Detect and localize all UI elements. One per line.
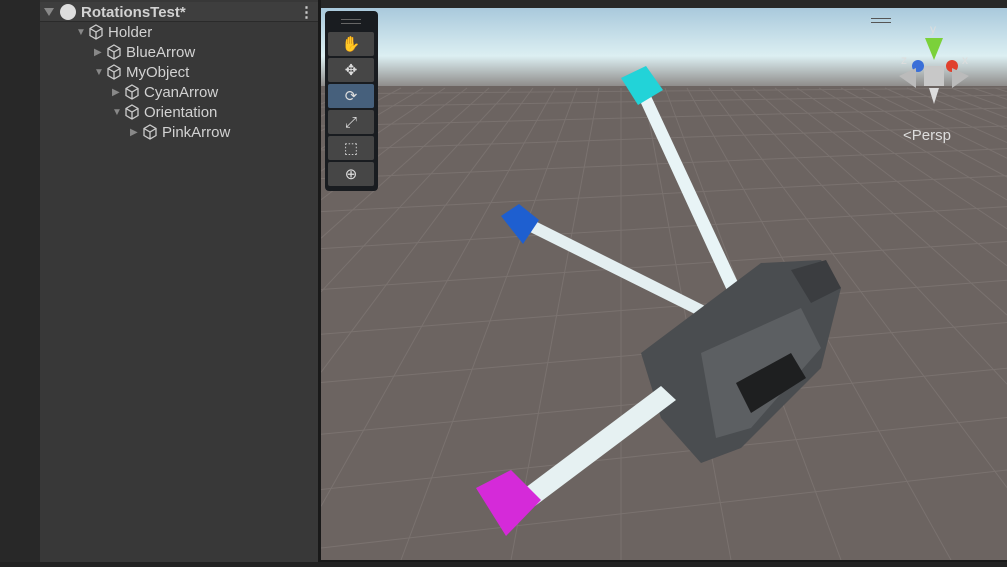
expanded-arrow-icon[interactable]: ▼: [76, 27, 88, 38]
gizmo-menu-icon[interactable]: [871, 18, 891, 23]
rotate-icon: ⟳: [344, 88, 358, 105]
rotate-tool-button[interactable]: ⟳: [328, 84, 374, 108]
move-icon: ✥: [344, 62, 358, 79]
hand-tool-button[interactable]: ✋: [328, 32, 374, 56]
collapsed-arrow-icon[interactable]: ▶: [94, 47, 106, 58]
hierarchy-item-label: PinkArrow: [162, 123, 231, 141]
hierarchy-item[interactable]: ▼ MyObject: [94, 62, 189, 82]
left-panel-strip: [0, 0, 40, 562]
expanded-arrow-icon[interactable]: ▼: [112, 107, 124, 118]
expanded-arrow-icon[interactable]: ▼: [94, 67, 106, 78]
rect-tool-button[interactable]: ⬚: [328, 136, 374, 160]
hierarchy-item[interactable]: ▶ CyanArrow: [112, 82, 218, 102]
gameobject-cube-icon: [89, 24, 103, 40]
bottom-bar: [0, 562, 1007, 567]
gameobject-cube-icon: [125, 104, 139, 120]
tools-overlay: ✋ ✥ ⟳ ⤢ ⬚ ⊕: [325, 11, 378, 191]
hierarchy-item-label: Orientation: [144, 103, 218, 121]
hierarchy-item[interactable]: ▼ Holder: [76, 22, 152, 42]
rect-icon: ⬚: [343, 140, 359, 157]
scene-title: RotationsTest*: [81, 4, 186, 21]
gameobject-cube-icon: [125, 84, 139, 100]
scene-toolbar: [321, 0, 1007, 8]
drag-handle[interactable]: [341, 19, 361, 24]
gizmo-x-label: x: [962, 53, 968, 67]
more-options-icon[interactable]: ⋮: [299, 3, 314, 21]
collapse-triangle-icon[interactable]: [44, 8, 54, 16]
transform-tool-button[interactable]: ⊕: [328, 162, 374, 186]
move-tool-button[interactable]: ✥: [328, 58, 374, 82]
scale-icon: ⤢: [344, 113, 357, 131]
hierarchy-item[interactable]: ▶ PinkArrow: [130, 122, 230, 142]
hierarchy-item-label: CyanArrow: [144, 83, 219, 101]
scene-render: y z x: [321, 8, 1007, 560]
collapsed-arrow-icon[interactable]: ▶: [130, 127, 142, 138]
projection-toggle[interactable]: <Persp: [903, 127, 951, 144]
gameobject-cube-icon: [107, 44, 121, 60]
unity-scene-icon: [60, 4, 76, 20]
gameobject-cube-icon: [143, 124, 157, 140]
scale-tool-button[interactable]: ⤢: [328, 110, 374, 134]
gameobject-cube-icon: [107, 64, 121, 80]
hierarchy-item-label: BlueArrow: [126, 43, 196, 61]
hierarchy-item[interactable]: ▶ BlueArrow: [94, 42, 195, 62]
gizmo-y-label: y: [930, 22, 936, 36]
hand-icon: ✋: [341, 36, 361, 53]
gizmo-center-cube[interactable]: [924, 66, 944, 86]
hierarchy-panel: RotationsTest* ⋮ ▼ Holder ▶ BlueArrow ▼ My…: [40, 0, 318, 562]
hierarchy-item-label: Holder: [108, 23, 153, 41]
scene-view[interactable]: y z x <Persp ✋ ✥ ⟳ ⤢ ⬚ ⊕: [321, 8, 1007, 560]
hierarchy-item[interactable]: ▼ Orientation: [112, 102, 217, 122]
hierarchy-item-label: MyObject: [126, 63, 190, 81]
transform-icon: ⊕: [344, 166, 358, 183]
scene-header[interactable]: RotationsTest* ⋮: [40, 2, 318, 22]
collapsed-arrow-icon[interactable]: ▶: [112, 87, 124, 98]
gizmo-z-label: z: [901, 53, 907, 67]
